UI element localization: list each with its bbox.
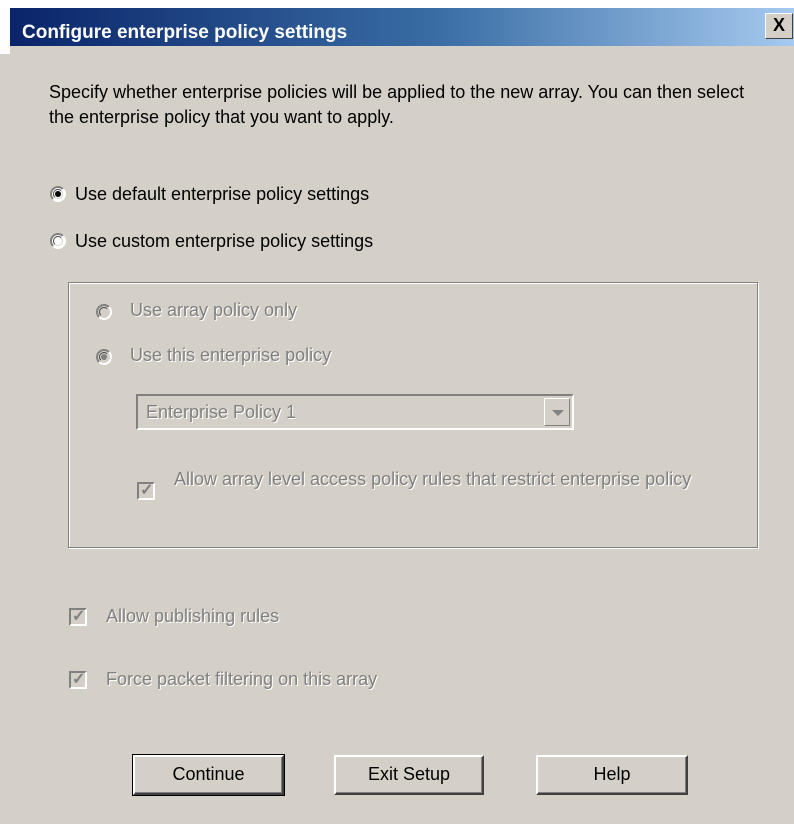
radio-selected-dot xyxy=(101,354,107,360)
radio-array-policy-only-label[interactable]: Use array policy only xyxy=(130,300,297,321)
checkmark-icon: ✓ xyxy=(72,671,86,688)
radio-this-enterprise-policy-label[interactable]: Use this enterprise policy xyxy=(130,345,331,366)
checkmark-icon: ✓ xyxy=(140,482,154,499)
continue-button[interactable]: Continue xyxy=(132,754,285,796)
enterprise-policy-select[interactable]: Enterprise Policy 1 xyxy=(136,394,574,430)
allow-publishing-label[interactable]: Allow publishing rules xyxy=(106,606,279,627)
allow-publishing-checkbox[interactable]: ✓ xyxy=(69,608,87,626)
force-packet-filtering-label[interactable]: Force packet filtering on this array xyxy=(106,669,377,690)
dropdown-button[interactable] xyxy=(544,398,570,426)
help-button[interactable]: Help xyxy=(536,755,688,795)
radio-custom-policy[interactable] xyxy=(50,233,66,249)
window-title: Configure enterprise policy settings xyxy=(22,22,348,43)
allow-restrict-label[interactable]: Allow array level access policy rules th… xyxy=(174,468,734,491)
allow-restrict-checkbox[interactable]: ✓ xyxy=(137,482,155,500)
checkmark-icon: ✓ xyxy=(72,608,86,625)
radio-this-enterprise-policy[interactable] xyxy=(96,349,112,365)
radio-custom-policy-label[interactable]: Use custom enterprise policy settings xyxy=(75,231,373,252)
title-bar[interactable]: Configure enterprise policy settings xyxy=(10,8,794,46)
close-button[interactable]: X xyxy=(765,13,793,39)
close-icon: X xyxy=(772,15,785,35)
chevron-down-icon xyxy=(552,410,564,416)
force-packet-filtering-checkbox[interactable]: ✓ xyxy=(69,671,87,689)
radio-default-policy[interactable] xyxy=(50,186,66,202)
radio-default-policy-label[interactable]: Use default enterprise policy settings xyxy=(75,184,369,205)
enterprise-policy-select-value: Enterprise Policy 1 xyxy=(146,402,297,422)
description-text: Specify whether enterprise policies will… xyxy=(49,82,745,127)
exit-setup-button[interactable]: Exit Setup xyxy=(334,755,484,795)
radio-selected-dot xyxy=(55,191,61,197)
radio-array-policy-only[interactable] xyxy=(96,304,112,320)
